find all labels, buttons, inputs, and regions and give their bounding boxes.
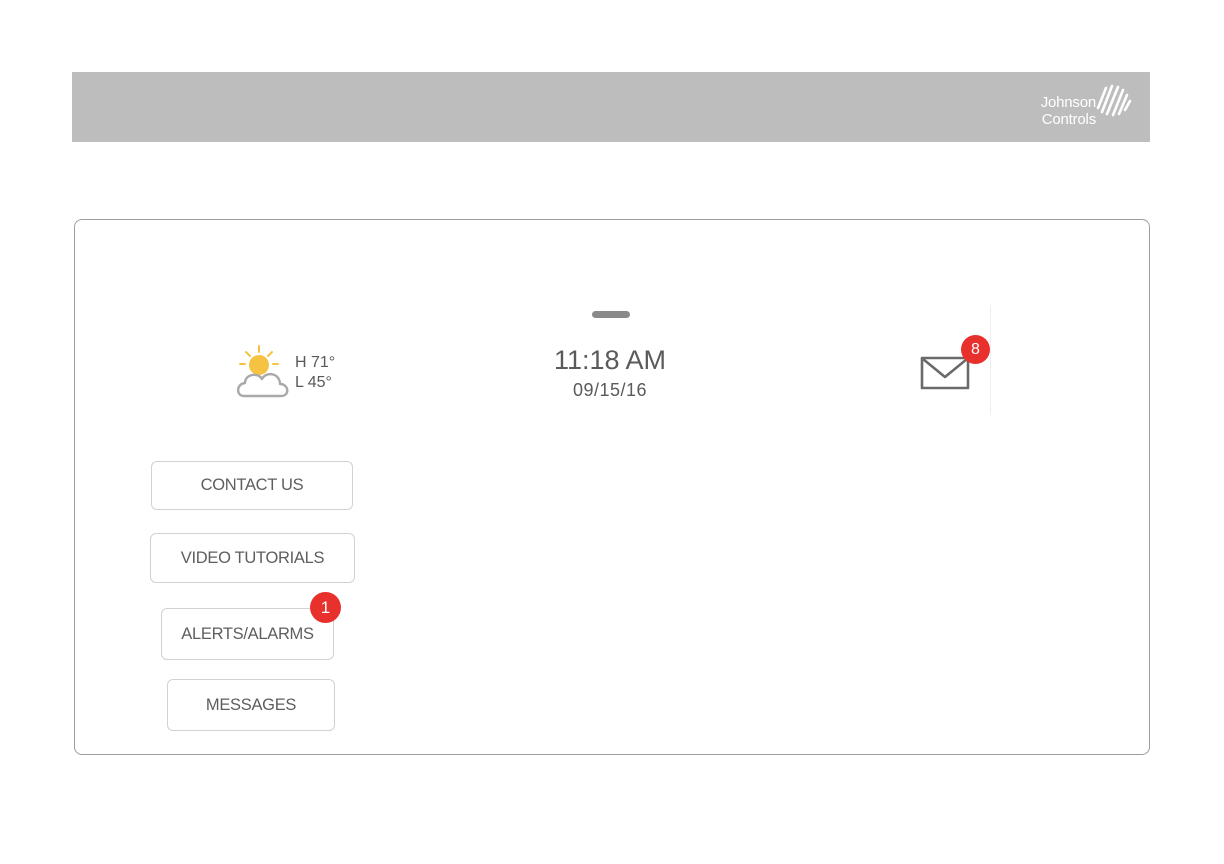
clock-time: 11:18 AM: [553, 345, 667, 375]
clock-date: 09/15/16: [572, 380, 648, 400]
page: Johnson Controls H 71° L 45° 11:18 AM 09…: [0, 0, 1224, 864]
weather-temperatures: H 71° L 45°: [295, 353, 335, 393]
temp-low: L 45°: [295, 374, 332, 391]
johnson-controls-logo: Johnson Controls: [1012, 80, 1132, 136]
temp-high: H 71°: [295, 354, 336, 371]
brand-line-2: Controls: [1041, 111, 1096, 128]
brand-mark-icon: [1096, 84, 1132, 117]
alerts-alarms-button[interactable]: ALERTS/ALARMS: [161, 608, 334, 660]
brand-wordmark: Johnson Controls: [1040, 94, 1097, 128]
messages-button[interactable]: MESSAGES: [167, 679, 335, 731]
alerts-count-badge: 1: [310, 592, 341, 623]
header-banner: Johnson Controls: [72, 72, 1150, 142]
pull-down-handle[interactable]: [592, 311, 630, 318]
mail-count-badge: 8: [961, 335, 990, 364]
brand-line-1: Johnson: [1040, 94, 1097, 111]
video-tutorials-button[interactable]: VIDEO TUTORIALS: [150, 533, 355, 583]
divider: [990, 305, 991, 415]
contact-us-button[interactable]: CONTACT US: [151, 461, 353, 510]
partly-cloudy-icon: [236, 345, 289, 398]
